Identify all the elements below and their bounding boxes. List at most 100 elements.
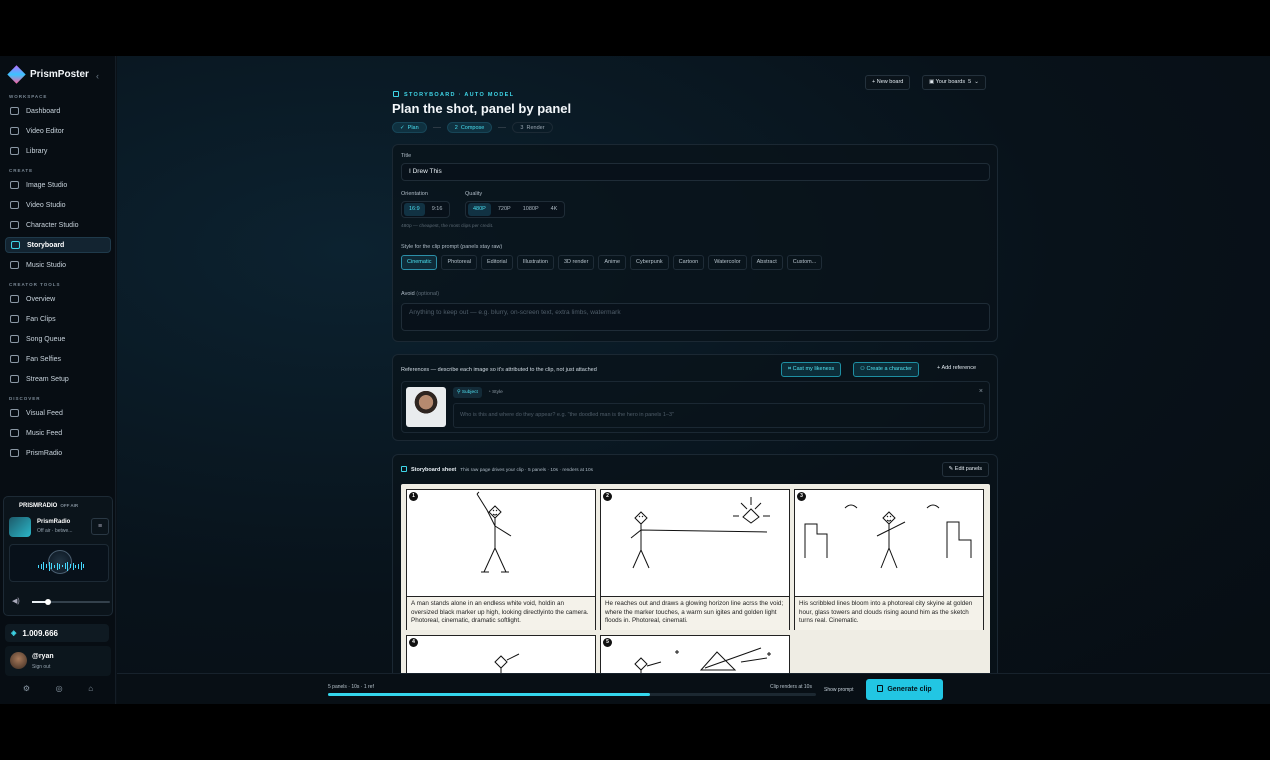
overview-icon [10, 295, 19, 303]
main-content: STORYBOARD · AUTO MODEL Plan the shot, p… [117, 56, 1270, 704]
style-abstract[interactable]: Abstract [750, 255, 783, 270]
reference-item: ⚲ Subject ◔ Style × Who is this and wher… [401, 381, 990, 433]
reference-photo[interactable] [406, 387, 446, 427]
style-anime[interactable]: Anime [598, 255, 627, 270]
radio-thumbnail [9, 517, 31, 537]
section-label-creator-tools: CREATOR TOOLS [9, 282, 61, 287]
sidebar-item-fan-selfies[interactable]: Fan Selfies [5, 351, 111, 367]
add-reference-button[interactable]: + Add reference [931, 362, 982, 377]
storyboard-icon [393, 91, 399, 97]
style-custom[interactable]: Custom... [786, 255, 823, 270]
queue-list-icon[interactable]: ≡ [91, 518, 109, 535]
step-render[interactable]: 3 Render [512, 122, 553, 133]
prism-logo-icon [7, 65, 26, 84]
waveform-bar [75, 564, 77, 568]
sidebar-item-dashboard[interactable]: Dashboard [5, 103, 111, 119]
sidebar-item-stream-setup[interactable]: Stream Setup [5, 371, 111, 387]
sidebar-item-music-feed[interactable]: Music Feed [5, 425, 111, 441]
title-input[interactable]: I Drew This [401, 163, 990, 181]
settings-icon[interactable]: ⚙ [23, 684, 30, 693]
cast-likeness-button[interactable]: ⌗ Cast my likeness [781, 362, 842, 377]
storyboard-panel-1[interactable]: 1 A man stands alone in an endless white… [406, 489, 596, 630]
waveform [38, 561, 85, 571]
quality-label: Quality [465, 191, 483, 197]
sidebar-item-music-studio[interactable]: Music Studio [5, 257, 111, 273]
waveform-bar [83, 564, 85, 568]
user-plus-icon: ⚇ [860, 366, 865, 372]
quality-480p[interactable]: 480P [468, 203, 491, 216]
show-prompt-toggle[interactable]: Show prompt [824, 687, 853, 693]
quality-720p[interactable]: 720P [493, 203, 516, 216]
user-name: @ryan [32, 653, 54, 660]
section-label-discover: DISCOVER [9, 396, 41, 401]
volume-slider[interactable] [32, 599, 110, 605]
step-compose[interactable]: 2 Compose [446, 122, 493, 133]
sidebar-item-library[interactable]: Library [5, 143, 111, 159]
tab-style[interactable]: ◔ Style [484, 387, 507, 398]
sidebar-item-overview[interactable]: Overview [5, 291, 111, 307]
new-board-button[interactable]: + New board [865, 75, 911, 90]
scan-icon: ⌗ [788, 366, 792, 372]
boards-icon: ▣ [929, 79, 935, 85]
sidebar-item-character-studio[interactable]: Character Studio [5, 217, 111, 233]
sidebar-item-video-editor[interactable]: Video Editor [5, 123, 111, 139]
orientation-9-16[interactable]: 9:16 [427, 203, 448, 216]
references-card: References — describe each image so it's… [392, 354, 998, 441]
panel-caption: A man stands alone in an endless white v… [407, 596, 595, 630]
style-photoreal[interactable]: Photoreal [441, 255, 477, 270]
bell-icon[interactable]: ⌂ [88, 684, 93, 693]
storyboard-sheet-title: Storyboard sheet This raw page drives you… [401, 466, 593, 473]
sidebar-item-fan-clips[interactable]: Fan Clips [5, 311, 111, 327]
pencil-icon: ✎ [948, 466, 954, 472]
panel-number: 5 [603, 638, 612, 647]
style-cyberpunk[interactable]: Cyberpunk [630, 255, 669, 270]
sidebar-item-video-studio[interactable]: Video Studio [5, 197, 111, 213]
sidebar-item-visual-feed[interactable]: Visual Feed [5, 405, 111, 421]
style-cinematic[interactable]: Cinematic [401, 255, 438, 270]
volume-knob[interactable] [44, 599, 51, 605]
avoid-input[interactable]: Anything to keep out — e.g. blurry, on-s… [401, 303, 990, 331]
waveform-bar [40, 563, 42, 569]
quality-selector: 480P 720P 1080P 4K [465, 201, 566, 218]
generate-clip-button[interactable]: Generate clip [866, 679, 943, 700]
radio-visualizer [9, 544, 109, 582]
sidebar-item-song-queue[interactable]: Song Queue [5, 331, 111, 347]
style-chips: Cinematic Photoreal Editorial Illustrati… [401, 255, 823, 270]
sidebar-footer-icons: ⚙ ◎ ⌂ [0, 684, 116, 693]
sign-out-link[interactable]: Sign out [32, 664, 50, 670]
sidebar-item-storyboard[interactable]: Storyboard [5, 237, 111, 253]
style-3d-render[interactable]: 3D render [557, 255, 595, 270]
style-cartoon[interactable]: Cartoon [672, 255, 705, 270]
storyboard-panel-2[interactable]: 2 He reaches out and draws a glowing hor… [600, 489, 790, 630]
avatar[interactable] [10, 652, 27, 669]
app-window: PrismPoster ‹ WORKSPACE Dashboard Video … [0, 56, 1270, 704]
credits-balance[interactable]: ◈ 1.009.666 [5, 624, 109, 642]
progress-fill [328, 693, 651, 696]
reference-description-input[interactable]: Who is this and where do they appear? e.… [453, 403, 985, 428]
panel-caption: He reaches out and draws a glowing horiz… [601, 596, 789, 630]
style-editorial[interactable]: Editorial [481, 255, 513, 270]
quality-1080p[interactable]: 1080P [518, 203, 544, 216]
brand[interactable]: PrismPoster [7, 65, 89, 84]
step-indicator: ✓ Plan 2 Compose 3 Render [392, 122, 553, 133]
avoid-label: Avoid (optional) [401, 291, 440, 297]
storyboard-card: Storyboard sheet This raw page drives you… [392, 454, 998, 694]
orientation-16-9[interactable]: 16:9 [404, 203, 425, 216]
tab-subject[interactable]: ⚲ Subject [453, 387, 482, 398]
style-illustration[interactable]: Illustration [516, 255, 554, 270]
step-plan[interactable]: ✓ Plan [392, 122, 427, 133]
waveform-bar [72, 562, 74, 570]
close-icon[interactable]: × [979, 388, 983, 395]
storyboard-panel-3[interactable]: 3 His scribbled lines bloom into a photo… [794, 489, 984, 630]
panel-number: 2 [603, 492, 612, 501]
help-icon[interactable]: ◎ [56, 684, 63, 693]
collapse-sidebar-icon[interactable]: ‹ [96, 71, 99, 81]
style-watercolor[interactable]: Watercolor [708, 255, 747, 270]
create-character-button[interactable]: ⚇ Create a character [853, 362, 920, 377]
sidebar-item-prismradio[interactable]: PrismRadio [5, 445, 111, 461]
panel-2-drawing [630, 497, 770, 569]
your-boards-button[interactable]: ▣ Your boards 5 ⌄ [922, 75, 986, 90]
quality-4k[interactable]: 4K [546, 203, 563, 216]
sidebar-item-image-studio[interactable]: Image Studio [5, 177, 111, 193]
edit-panels-button[interactable]: ✎ Edit panels [941, 462, 989, 477]
